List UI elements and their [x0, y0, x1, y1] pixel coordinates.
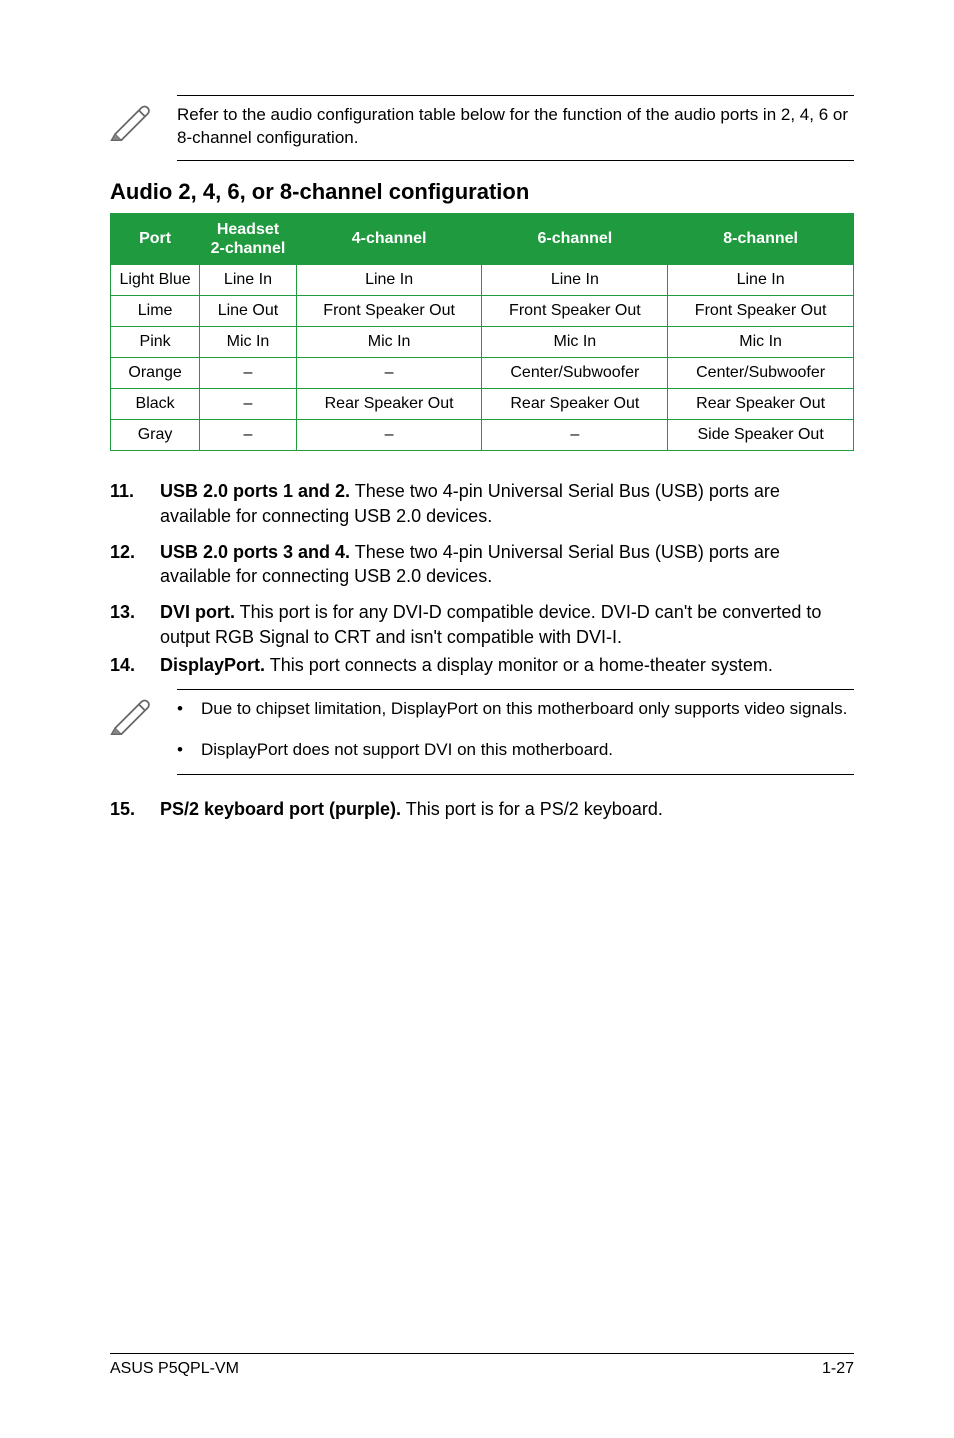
- table-row: Orange – – Center/Subwoofer Center/Subwo…: [111, 358, 854, 389]
- table-row: Pink Mic In Mic In Mic In Mic In: [111, 327, 854, 358]
- note-block-2: Due to chipset limitation, DisplayPort o…: [110, 689, 854, 775]
- note-block-1: Refer to the audio configuration table b…: [110, 95, 854, 161]
- page-footer: ASUS P5QPL-VM 1-27: [110, 1353, 854, 1378]
- col-6ch: 6-channel: [482, 213, 668, 264]
- list-item-14: 14. DisplayPort. This port connects a di…: [110, 653, 854, 677]
- table-row: Light Blue Line In Line In Line In Line …: [111, 265, 854, 296]
- col-headset: Headset 2-channel: [200, 213, 297, 264]
- section-title: Audio 2, 4, 6, or 8-channel configuratio…: [110, 179, 854, 205]
- footer-page-number: 1-27: [822, 1360, 854, 1378]
- audio-config-table: Port Headset 2-channel 4-channel 6-chann…: [110, 213, 854, 451]
- list-item-13: 13. DVI port. This port is for any DVI-D…: [110, 600, 854, 649]
- note-text-1: Refer to the audio configuration table b…: [177, 95, 854, 161]
- table-row: Lime Line Out Front Speaker Out Front Sp…: [111, 296, 854, 327]
- col-4ch: 4-channel: [296, 213, 482, 264]
- list-item-15: 15. PS/2 keyboard port (purple). This po…: [110, 797, 854, 821]
- list-item-11: 11. USB 2.0 ports 1 and 2. These two 4-p…: [110, 479, 854, 528]
- table-header-row: Port Headset 2-channel 4-channel 6-chann…: [111, 213, 854, 264]
- footer-product: ASUS P5QPL-VM: [110, 1360, 239, 1378]
- note-bullet: Due to chipset limitation, DisplayPort o…: [201, 698, 854, 721]
- col-port: Port: [111, 213, 200, 264]
- pencil-note-icon: [110, 693, 152, 740]
- note-bullet: DisplayPort does not support DVI on this…: [201, 739, 854, 762]
- table-row: Black – Rear Speaker Out Rear Speaker Ou…: [111, 389, 854, 420]
- table-row: Gray – – – Side Speaker Out: [111, 420, 854, 451]
- list-item-12: 12. USB 2.0 ports 3 and 4. These two 4-p…: [110, 540, 854, 589]
- col-8ch: 8-channel: [668, 213, 854, 264]
- note-text-2: Due to chipset limitation, DisplayPort o…: [177, 689, 854, 775]
- pencil-note-icon: [110, 99, 152, 146]
